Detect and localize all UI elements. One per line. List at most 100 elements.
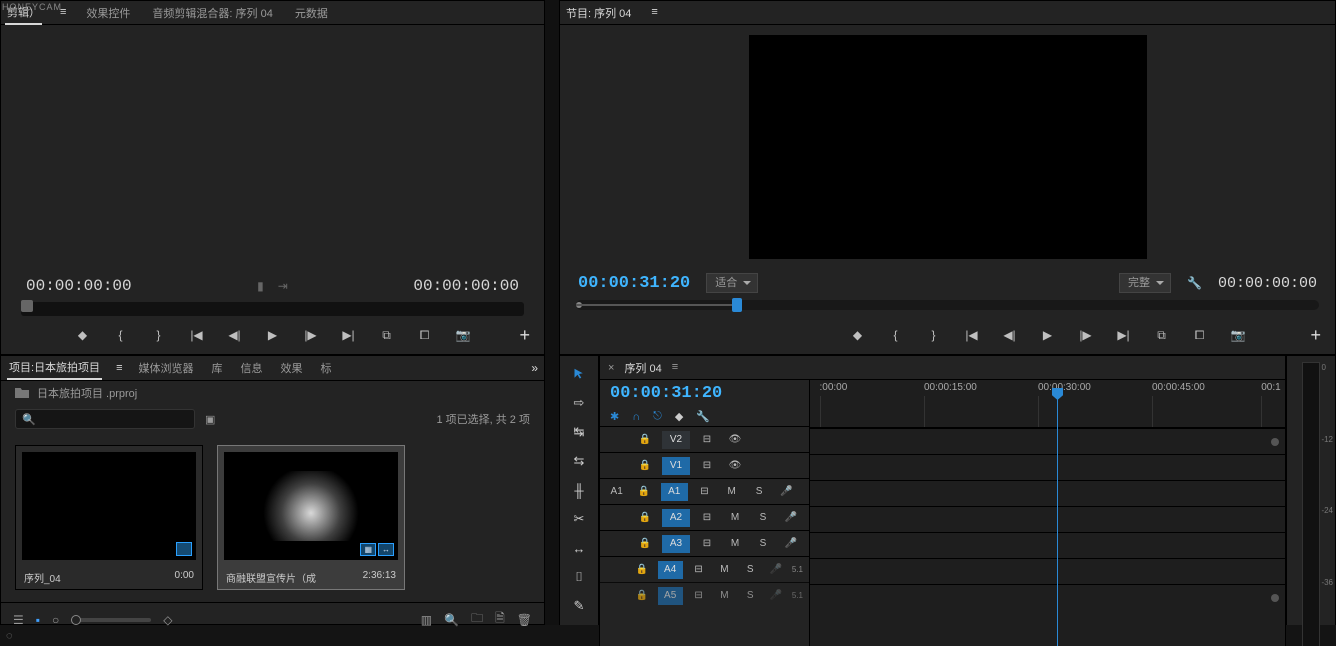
button-editor-plus[interactable]: + <box>519 325 530 346</box>
trash-icon[interactable]: 🗑 <box>517 613 532 627</box>
mark-out-icon[interactable]: } <box>152 328 166 342</box>
panel-menu-icon[interactable]: ≡ <box>651 7 657 18</box>
export-frame-icon[interactable]: 📷 <box>1231 328 1245 342</box>
mute-icon[interactable]: M <box>715 590 735 601</box>
icon-view-icon[interactable]: ▪ <box>36 613 40 627</box>
track-header-a3[interactable]: 🔒 A3 ⊟ M S 🎤 <box>600 530 809 556</box>
tab-project[interactable]: 项目:日本旅拍项目 <box>7 356 102 380</box>
track-header-a2[interactable]: 🔒 A2 ⊟ M S 🎤 <box>600 504 809 530</box>
lock-icon[interactable]: 🔒 <box>634 434 656 445</box>
track-label[interactable]: A2 <box>662 509 690 527</box>
play-icon[interactable]: ▶ <box>1041 328 1055 342</box>
tab-info[interactable]: 信息 <box>238 357 264 379</box>
playhead-knob-icon[interactable] <box>732 298 742 312</box>
tab-audio-mixer[interactable]: 音频剪辑混合器: 序列 04 <box>150 2 274 24</box>
program-scrub-bar[interactable] <box>576 300 1319 310</box>
mute-icon[interactable]: M <box>724 512 746 523</box>
close-tab-icon[interactable]: × <box>608 362 614 374</box>
source-patch[interactable]: A1 <box>606 486 627 497</box>
lane-a1[interactable] <box>810 480 1285 506</box>
marker-icon[interactable]: ▮ <box>257 279 264 294</box>
freeform-view-icon[interactable]: ○ <box>52 613 59 627</box>
pen-tool-icon[interactable]: ✎ <box>569 596 589 616</box>
play-icon[interactable]: ▶ <box>266 328 280 342</box>
settings-wrench-icon[interactable]: 🔧 <box>1187 276 1202 290</box>
tab-effects[interactable]: 效果 <box>278 357 304 379</box>
tab-media-browser[interactable]: 媒体浏览器 <box>136 357 195 379</box>
tab-markers[interactable]: 标 <box>318 357 333 379</box>
voice-record-icon[interactable]: 🎤 <box>776 486 797 497</box>
new-item-icon[interactable]: 🗎 <box>495 609 505 630</box>
nest-toggle-icon[interactable]: ✱ <box>610 410 619 423</box>
project-item-clip[interactable]: ▦↔ 商融联盟宣传片（成2:36:13 <box>217 445 405 590</box>
list-view-icon[interactable]: ☰ <box>13 613 24 627</box>
playhead[interactable] <box>1057 388 1058 646</box>
eye-icon[interactable]: 👁 <box>724 434 746 445</box>
mute-icon[interactable]: M <box>715 564 735 575</box>
go-in-icon[interactable]: |◀ <box>965 328 979 342</box>
mark-in-icon[interactable]: { <box>114 328 128 342</box>
mark-in-icon[interactable]: { <box>889 328 903 342</box>
tab-program[interactable]: 节目: 序列 04 <box>564 2 633 24</box>
lane-a4[interactable] <box>810 558 1285 584</box>
track-label[interactable]: V1 <box>662 457 690 475</box>
track-label[interactable]: A1 <box>661 483 688 501</box>
linked-selection-icon[interactable]: ⎋ <box>653 410 662 423</box>
insert-icon[interactable]: ⧉ <box>380 328 394 343</box>
tab-libraries[interactable]: 库 <box>209 357 224 379</box>
toggle-output-icon[interactable]: ⊟ <box>694 486 715 497</box>
quality-dropdown[interactable]: 完整 <box>1119 273 1171 293</box>
sort-icon[interactable]: ◇ <box>163 613 172 627</box>
step-fwd-icon[interactable]: |▶ <box>1079 328 1093 342</box>
step-fwd-icon[interactable]: |▶ <box>304 328 318 342</box>
track-label[interactable]: V2 <box>662 431 690 449</box>
lane-a2[interactable] <box>810 506 1285 532</box>
toggle-output-icon[interactable]: ⊟ <box>696 538 718 549</box>
track-label[interactable]: A3 <box>662 535 690 553</box>
source-tc-in[interactable]: 00:00:00:00 <box>26 277 132 295</box>
tab-sequence[interactable]: 序列 04 <box>622 357 663 379</box>
lane-v1[interactable] <box>810 454 1285 480</box>
track-label[interactable]: A4 <box>658 561 683 579</box>
zoom-fit-dropdown[interactable]: 适合 <box>706 273 758 293</box>
toggle-output-icon[interactable]: ⊟ <box>696 460 718 471</box>
tab-metadata[interactable]: 元数据 <box>293 2 330 24</box>
rate-stretch-tool-icon[interactable]: ╫ <box>569 480 589 500</box>
overwrite-icon[interactable]: ⧠ <box>418 328 432 343</box>
bracket-icon[interactable]: ⇥ <box>278 279 288 294</box>
lane-a3[interactable] <box>810 532 1285 558</box>
step-back-icon[interactable]: ◀| <box>228 328 242 342</box>
add-marker-icon[interactable]: ◆ <box>851 328 865 342</box>
ripple-edit-tool-icon[interactable]: ↹ <box>569 422 589 442</box>
track-header-a5[interactable]: 🔒 A5 ⊟ M S 🎤 5.1 <box>600 582 809 608</box>
mute-icon[interactable]: M <box>724 538 746 549</box>
solo-icon[interactable]: S <box>740 564 760 575</box>
source-tc-out[interactable]: 00:00:00:00 <box>413 277 519 295</box>
voice-record-icon[interactable]: 🎤 <box>766 564 786 575</box>
solo-icon[interactable]: S <box>752 538 774 549</box>
extract-icon[interactable]: ⧠ <box>1193 328 1207 343</box>
new-bin-icon[interactable]: 🗀 <box>471 609 483 630</box>
voice-record-icon[interactable]: 🎤 <box>780 512 802 523</box>
solo-icon[interactable]: S <box>748 486 769 497</box>
new-bin-icon[interactable]: ▣ <box>205 413 215 426</box>
settings-wrench-icon[interactable]: 🔧 <box>696 410 710 423</box>
voice-record-icon[interactable]: 🎤 <box>780 538 802 549</box>
panel-menu-icon[interactable]: ≡ <box>116 363 122 374</box>
go-out-icon[interactable]: ▶| <box>1117 328 1131 342</box>
toggle-output-icon[interactable]: ⊟ <box>689 590 709 601</box>
overflow-tabs-icon[interactable]: » <box>531 361 538 375</box>
lock-icon[interactable]: 🔒 <box>632 590 652 601</box>
button-editor-plus[interactable]: + <box>1310 325 1321 346</box>
marker-span-icon[interactable]: ◆ <box>675 410 683 423</box>
selection-tool-icon[interactable] <box>569 364 589 384</box>
thumbnail-zoom-slider[interactable] <box>71 618 151 622</box>
track-header-a4[interactable]: 🔒 A4 ⊟ M S 🎤 5.1 <box>600 556 809 582</box>
track-select-tool-icon[interactable]: ⇨ <box>569 393 589 413</box>
rolling-edit-tool-icon[interactable]: ⇆ <box>569 451 589 471</box>
tab-effect-controls[interactable]: 效果控件 <box>84 2 132 24</box>
toggle-output-icon[interactable]: ⊟ <box>696 434 718 445</box>
add-marker-icon[interactable]: ◆ <box>76 328 90 342</box>
timeline-lanes[interactable] <box>810 428 1285 610</box>
export-frame-icon[interactable]: 📷 <box>456 328 470 342</box>
